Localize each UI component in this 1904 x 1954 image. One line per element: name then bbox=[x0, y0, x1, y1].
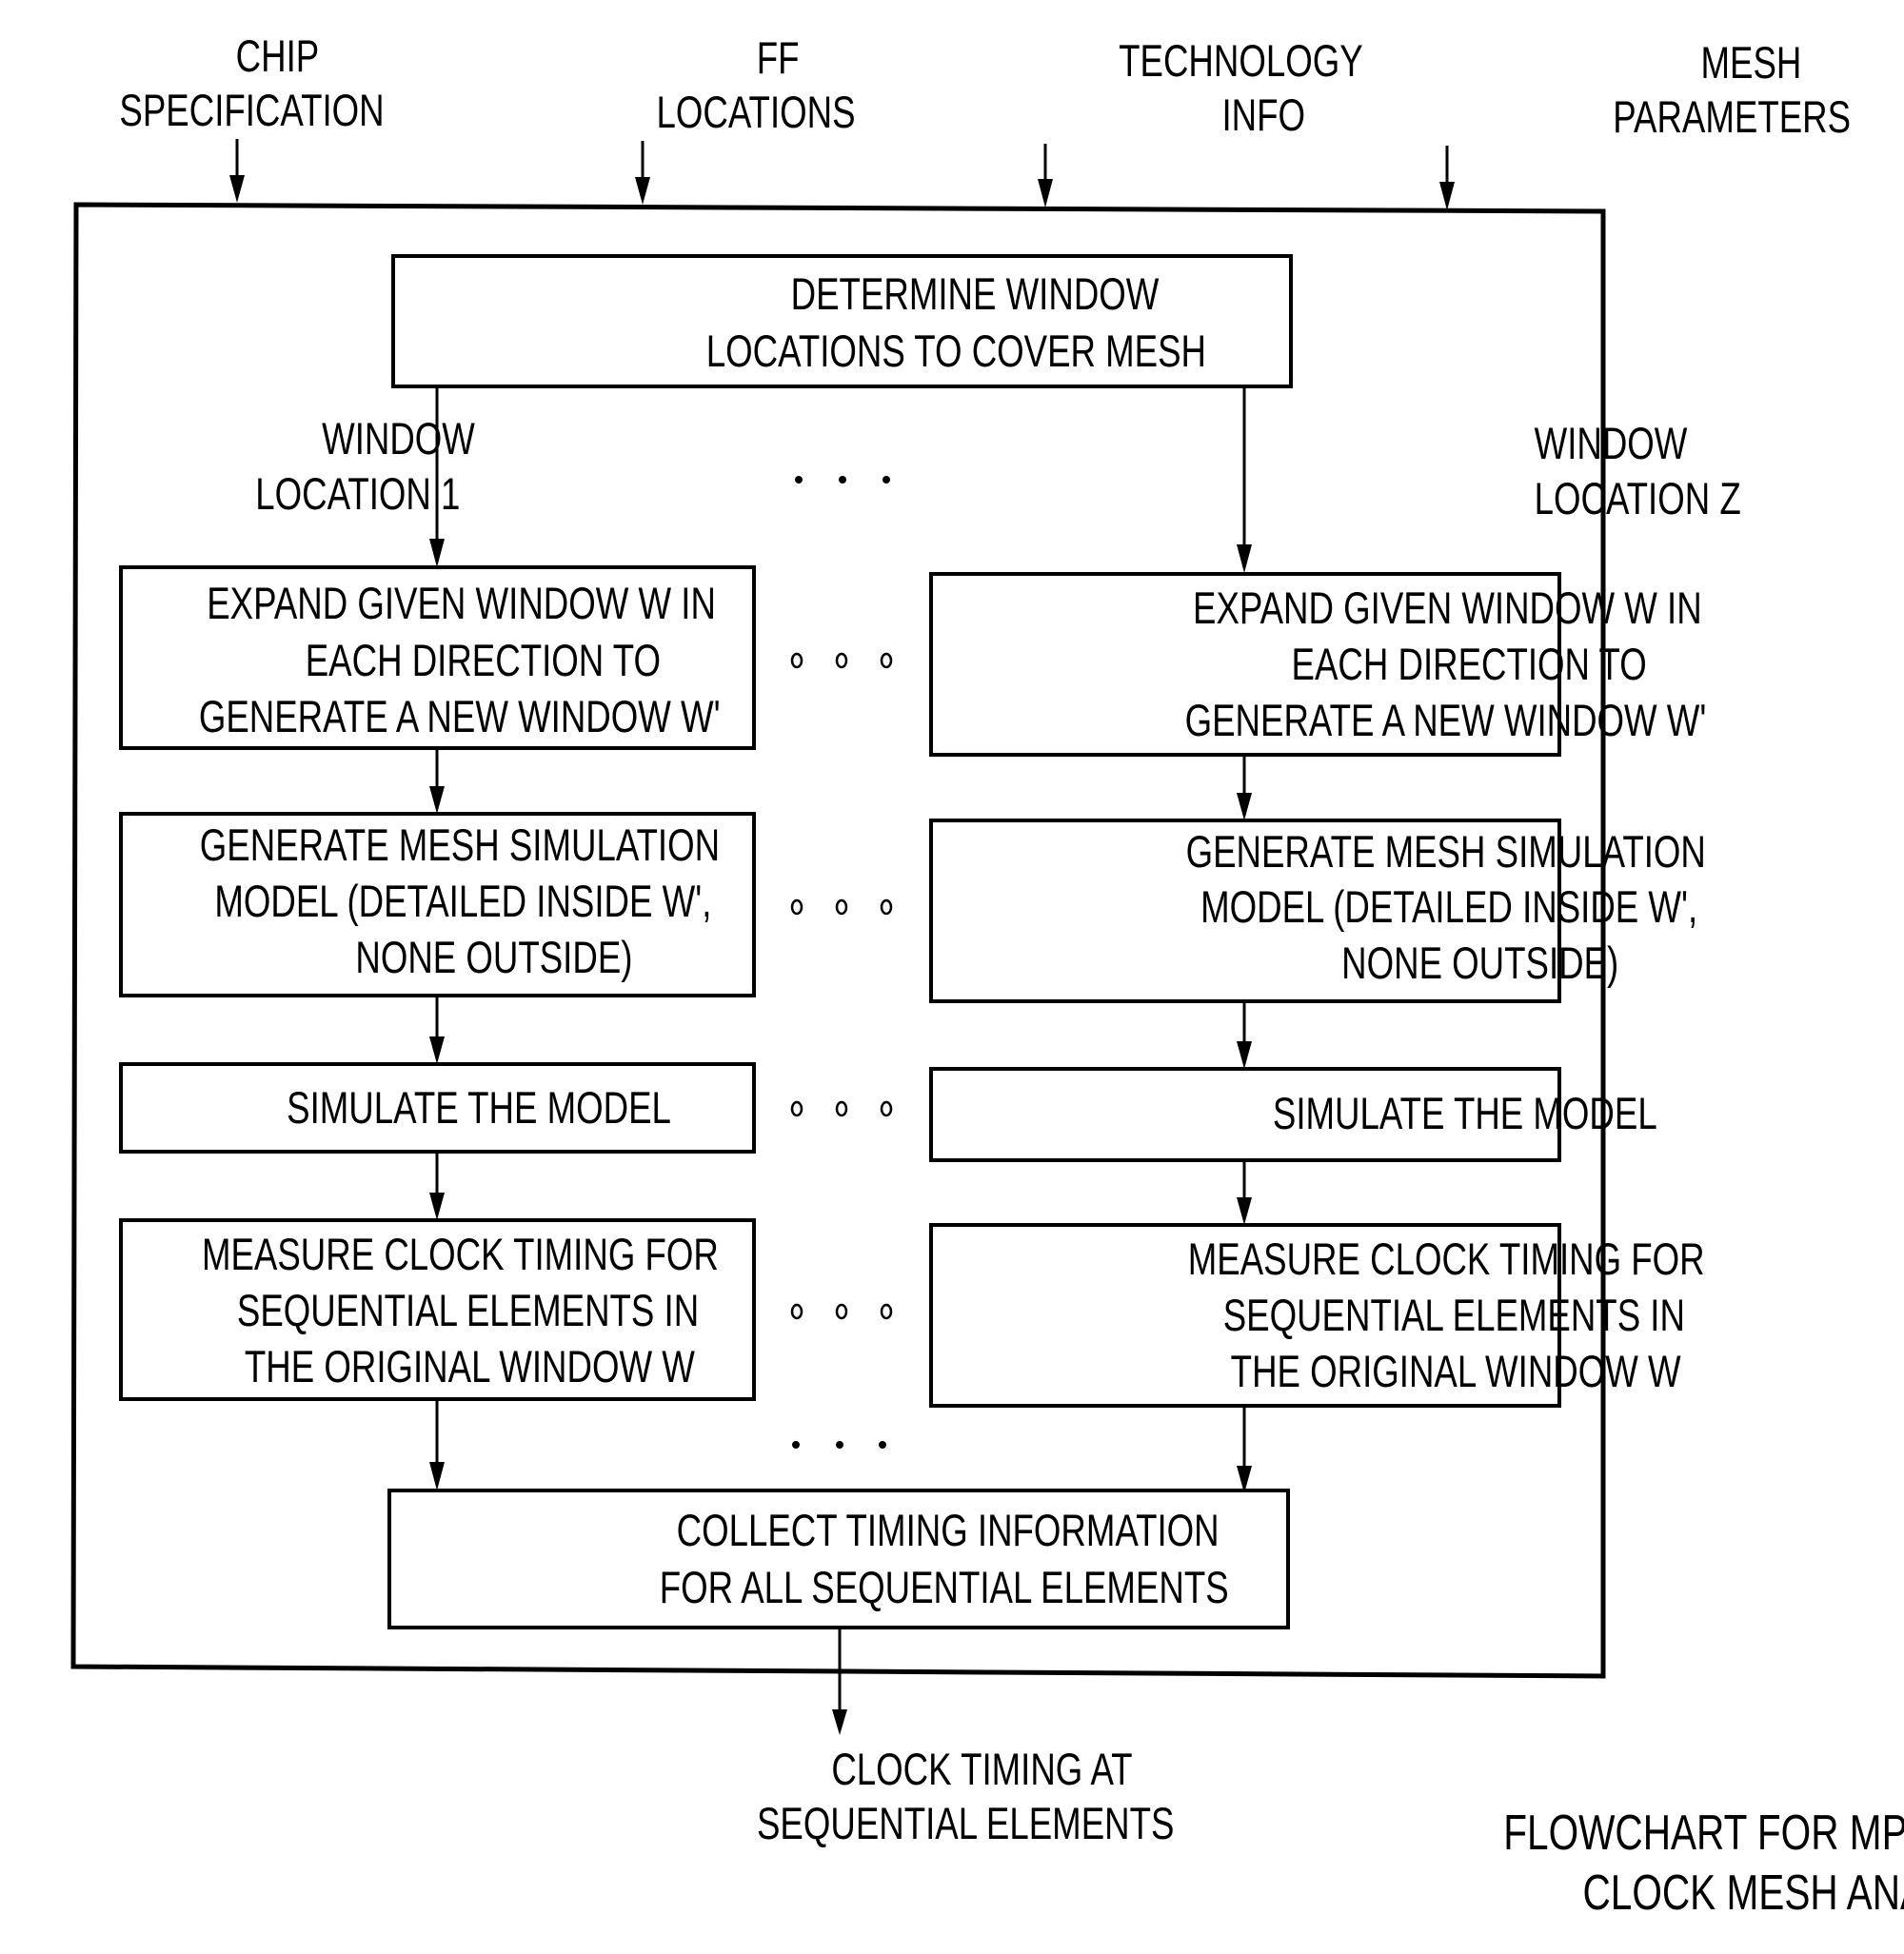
ellipsis-dot bbox=[880, 898, 893, 916]
ellipsis-row bbox=[790, 652, 893, 669]
step-text-line: GENERATE A NEW WINDOW W' bbox=[1185, 696, 1707, 745]
arrow-head-icon bbox=[1038, 179, 1053, 207]
ellipsis-dot bbox=[835, 1100, 848, 1117]
step-text-line: SIMULATE THE MODEL bbox=[1273, 1089, 1657, 1138]
ellipsis-bottom bbox=[792, 1441, 886, 1449]
ellipsis-dot bbox=[835, 1303, 848, 1320]
output-label-line: SEQUENTIAL ELEMENTS bbox=[757, 1799, 1174, 1848]
ellipsis-dot bbox=[835, 898, 848, 916]
arrow-head-icon bbox=[1237, 1197, 1252, 1225]
ellipsis-dot bbox=[883, 476, 890, 484]
step-text-line: FOR ALL SEQUENTIAL ELEMENTS bbox=[660, 1563, 1229, 1612]
branch-label-line: LOCATION 1 bbox=[255, 469, 460, 519]
ellipsis-dot bbox=[880, 1303, 893, 1320]
ellipsis-row bbox=[790, 898, 893, 916]
input-label-line: TECHNOLOGY bbox=[1119, 36, 1363, 86]
branch-label-line: WINDOW bbox=[322, 414, 475, 464]
output-clock-timing: CLOCK TIMING AT SEQUENTIAL ELEMENTS bbox=[757, 1628, 1174, 1848]
step-text-line: MODEL (DETAILED INSIDE W', bbox=[1200, 882, 1697, 932]
step-text-line: SEQUENTIAL ELEMENTS IN bbox=[237, 1286, 699, 1335]
step-text-line: GENERATE MESH SIMULATION bbox=[200, 820, 720, 870]
input-label-line: MESH bbox=[1701, 38, 1802, 88]
ellipsis-row bbox=[790, 1303, 893, 1320]
input-technology-info: TECHNOLOGY INFO bbox=[1038, 36, 1363, 207]
arrow-head-icon bbox=[1237, 1041, 1252, 1069]
step-text-line: NONE OUTSIDE) bbox=[355, 933, 632, 982]
input-label-line: LOCATIONS bbox=[657, 88, 856, 137]
step-collect-timing: COLLECT TIMING INFORMATION FOR ALL SEQUE… bbox=[387, 1489, 1290, 1629]
arrow-head-icon bbox=[635, 177, 650, 205]
step-text-line: COLLECT TIMING INFORMATION bbox=[677, 1506, 1220, 1555]
input-chip-specification: CHIP SPECIFICATION bbox=[119, 31, 385, 203]
step-text-line: EACH DIRECTION TO bbox=[306, 636, 661, 685]
ellipsis-dot bbox=[790, 1303, 803, 1320]
flowchart: CHIP SPECIFICATION FF LOCATIONS TECHNOLO… bbox=[70, 31, 1904, 1920]
ellipsis-dot bbox=[792, 1441, 800, 1449]
ellipsis-dot bbox=[835, 652, 848, 669]
step-text-line: LOCATIONS TO COVER MESH bbox=[706, 326, 1206, 376]
arrow-head-icon bbox=[429, 1036, 445, 1064]
arrow-head-icon bbox=[229, 175, 245, 203]
figure-caption: FLOWCHART FOR MPS-BASED CLOCK MESH ANALY… bbox=[1503, 1805, 1904, 1920]
step-text-line: THE ORIGINAL WINDOW W bbox=[1231, 1347, 1681, 1396]
column-window-1: EXPAND GIVEN WINDOW W IN EACH DIRECTION … bbox=[119, 565, 756, 1490]
ellipsis-dot bbox=[880, 652, 893, 669]
ellipsis-top bbox=[795, 476, 890, 484]
ellipsis-dot bbox=[839, 476, 846, 484]
input-label-line: SPECIFICATION bbox=[119, 86, 384, 135]
input-ff-locations: FF LOCATIONS bbox=[635, 33, 856, 205]
output-label-line: CLOCK TIMING AT bbox=[831, 1745, 1132, 1794]
branch-left: WINDOW LOCATION 1 bbox=[255, 386, 475, 567]
input-label-line: CHIP bbox=[236, 31, 320, 81]
ellipsis-dot bbox=[879, 1441, 886, 1449]
ellipsis-dot bbox=[790, 898, 803, 916]
arrow-head-icon bbox=[429, 786, 445, 814]
input-label-line: PARAMETERS bbox=[1613, 92, 1851, 142]
arrow-head-icon bbox=[1237, 544, 1252, 573]
step-text-line: MEASURE CLOCK TIMING FOR bbox=[1188, 1234, 1705, 1284]
step-determine-window-locations: DETERMINE WINDOW LOCATIONS TO COVER MESH bbox=[391, 254, 1293, 388]
ellipsis-dot bbox=[795, 476, 803, 484]
step-text-line: MEASURE CLOCK TIMING FOR bbox=[202, 1230, 719, 1279]
step-text-line: DETERMINE WINDOW bbox=[791, 269, 1160, 319]
step-text-line: SIMULATE THE MODEL bbox=[287, 1083, 671, 1133]
branch-label-line: LOCATION Z bbox=[1535, 474, 1741, 523]
arrow-head-icon bbox=[429, 1193, 445, 1220]
ellipsis-row bbox=[790, 1100, 893, 1117]
ellipsis-dot bbox=[880, 1100, 893, 1117]
step-text-line: GENERATE MESH SIMULATION bbox=[1186, 827, 1706, 877]
step-text-line: EXPAND GIVEN WINDOW W IN bbox=[1193, 583, 1702, 633]
column-window-z: EXPAND GIVEN WINDOW W IN EACH DIRECTION … bbox=[929, 572, 1707, 1493]
arrow-head-icon bbox=[832, 1709, 847, 1735]
ellipsis-dot bbox=[790, 652, 803, 669]
input-label-line: INFO bbox=[1221, 90, 1305, 140]
input-mesh-parameters: MESH PARAMETERS bbox=[1439, 38, 1851, 210]
arrow-head-icon bbox=[1439, 182, 1455, 210]
ellipsis-dot bbox=[790, 1100, 803, 1117]
step-text-line: THE ORIGINAL WINDOW W bbox=[245, 1342, 695, 1391]
ellipsis-dot bbox=[836, 1441, 843, 1449]
caption-line: FLOWCHART FOR MPS-BASED bbox=[1503, 1805, 1904, 1860]
step-text-line: SEQUENTIAL ELEMENTS IN bbox=[1223, 1291, 1685, 1340]
branch-right: WINDOW LOCATION Z bbox=[1237, 386, 1741, 573]
step-text-line: EXPAND GIVEN WINDOW W IN bbox=[207, 579, 716, 628]
step-text-line: MODEL (DETAILED INSIDE W', bbox=[214, 877, 711, 926]
arrow-head-icon bbox=[429, 539, 445, 567]
step-text-line: EACH DIRECTION TO bbox=[1292, 640, 1647, 689]
input-label-line: FF bbox=[757, 33, 800, 83]
ellipsis-between-columns bbox=[790, 652, 893, 1320]
step-text-line: GENERATE A NEW WINDOW W' bbox=[199, 692, 721, 741]
arrow-head-icon bbox=[1237, 793, 1252, 820]
caption-line: CLOCK MESH ANALYSIS bbox=[1583, 1865, 1904, 1920]
arrow-head-icon bbox=[429, 1462, 445, 1490]
branch-label-line: WINDOW bbox=[1535, 419, 1688, 468]
step-text-line: NONE OUTSIDE) bbox=[1341, 938, 1618, 988]
